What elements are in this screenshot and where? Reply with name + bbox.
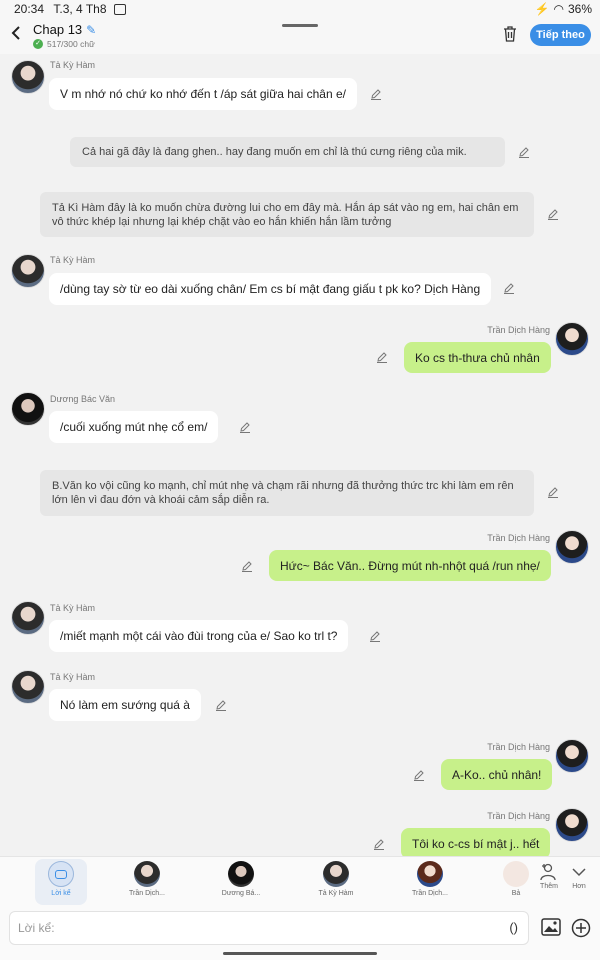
avatar[interactable] bbox=[555, 739, 589, 773]
narration-bubble[interactable]: Cả hai gã đây là đang ghen.. hay đang mu… bbox=[70, 137, 505, 167]
character-avatar bbox=[417, 861, 443, 887]
image-icon[interactable] bbox=[541, 918, 561, 936]
pencil-icon[interactable] bbox=[241, 560, 253, 572]
message-bubble[interactable]: /cuối xuống mút nhẹ cổ em/ bbox=[49, 411, 219, 443]
pencil-icon[interactable] bbox=[369, 630, 381, 642]
character-label: Tả Kỳ Hàm bbox=[318, 890, 354, 897]
avatar[interactable] bbox=[555, 530, 589, 564]
character-label: Bả bbox=[511, 890, 521, 897]
avatar[interactable] bbox=[11, 670, 45, 704]
narration-bubble[interactable]: B.Văn ko vội cũng ko mạnh, chỉ mút nhẹ v… bbox=[40, 470, 534, 516]
pencil-icon[interactable] bbox=[518, 146, 530, 158]
pencil-icon[interactable] bbox=[503, 282, 515, 294]
sender-name: Trần Dịch Hàng bbox=[487, 742, 550, 752]
status-right: ⚡ ◠ 36% bbox=[535, 2, 592, 16]
character-narrator[interactable]: Lời kể bbox=[35, 859, 87, 905]
message-bubble[interactable]: /dùng tay sờ từ eo dài xuống chân/ Em cs… bbox=[49, 273, 492, 305]
sender-name: Trần Dịch Hàng bbox=[487, 325, 550, 335]
check-icon: ✓ bbox=[33, 39, 43, 49]
pencil-icon[interactable] bbox=[413, 769, 425, 781]
drag-handle[interactable] bbox=[282, 24, 318, 27]
character-avatar bbox=[134, 861, 160, 887]
wifi-icon: ◠ bbox=[553, 2, 564, 16]
message-bubble[interactable]: Nó làm em sướng quá à bbox=[49, 689, 201, 721]
status-bar: 20:34 T.3, 4 Th8 ⚡ ◠ 36% bbox=[0, 0, 600, 18]
pencil-icon[interactable] bbox=[370, 88, 382, 100]
message-input[interactable] bbox=[18, 912, 488, 944]
pencil-icon[interactable] bbox=[215, 699, 227, 711]
sender-name: Tả Kỳ Hàm bbox=[50, 255, 96, 265]
word-count-text: 517/300 chữ bbox=[47, 39, 95, 49]
status-left: 20:34 T.3, 4 Th8 bbox=[14, 2, 126, 16]
edit-title-pencil-icon[interactable]: ✎ bbox=[86, 23, 96, 37]
message-bubble[interactable]: Ko cs th-thưa chủ nhân bbox=[404, 342, 551, 373]
pencil-icon[interactable] bbox=[239, 421, 251, 433]
signal-icon: ⚡ bbox=[534, 2, 550, 16]
message-input-box[interactable]: () bbox=[9, 911, 529, 945]
add-person-icon bbox=[540, 863, 556, 881]
pencil-icon[interactable] bbox=[547, 486, 559, 498]
chevron-down-icon bbox=[572, 868, 586, 877]
message-bubble[interactable]: V m nhớ nó chứ ko nhớ đến t /áp sát giữa… bbox=[49, 78, 357, 110]
avatar[interactable] bbox=[11, 254, 45, 288]
gallery-icon bbox=[113, 4, 126, 16]
add-character-button[interactable]: Thêm bbox=[537, 863, 561, 890]
character-label: Dương Bá... bbox=[221, 890, 261, 897]
more-button[interactable]: Hơn bbox=[567, 863, 591, 890]
chevron-left-icon[interactable] bbox=[10, 25, 22, 46]
avatar[interactable] bbox=[555, 808, 589, 842]
character-item[interactable]: Tả Kỳ Hàm bbox=[310, 859, 362, 905]
status-time: 20:34 bbox=[14, 2, 45, 16]
battery-level: 36% bbox=[567, 2, 592, 16]
character-avatar bbox=[228, 861, 254, 887]
avatar[interactable] bbox=[555, 322, 589, 356]
character-avatar bbox=[323, 861, 349, 887]
add-label: Thêm bbox=[540, 883, 558, 890]
message-bubble[interactable]: Tôi ko c-cs bí mật j.. hết bbox=[401, 828, 551, 856]
chat-area[interactable]: Tả Kỳ Hàm V m nhớ nó chứ ko nhớ đến t /á… bbox=[0, 54, 600, 856]
sender-name: Dương Bác Văn bbox=[50, 394, 115, 404]
character-selector: Lời kể Trần Dịch... Dương Bá... Tả Kỳ Hà… bbox=[0, 856, 600, 908]
chat-bubble-icon bbox=[48, 861, 74, 887]
character-label: Trần Dịch... bbox=[129, 890, 165, 897]
status-date: T.3, 4 Th8 bbox=[53, 2, 107, 16]
character-item[interactable]: Trần Dịch... bbox=[404, 859, 456, 905]
sender-name: Trần Dịch Hàng bbox=[487, 811, 550, 821]
message-bubble[interactable]: A-Ko.. chủ nhân! bbox=[441, 759, 553, 790]
page-title[interactable]: Chap 13 ✎ bbox=[33, 22, 96, 37]
chapter-header: Chap 13 ✎ ✓ 517/300 chữ Tiếp theo bbox=[0, 18, 600, 54]
sender-name: Tả Kỳ Hàm bbox=[50, 60, 96, 70]
avatar[interactable] bbox=[11, 601, 45, 635]
character-label: Trần Dịch... bbox=[412, 890, 448, 897]
character-item[interactable]: Dương Bá... bbox=[215, 859, 267, 905]
avatar[interactable] bbox=[11, 392, 45, 426]
message-bubble[interactable]: Hức~ Bác Văn.. Đừng mút nh-nhột quá /run… bbox=[269, 550, 551, 581]
sender-name: Trần Dịch Hàng bbox=[487, 533, 550, 543]
word-count: ✓ 517/300 chữ bbox=[33, 39, 95, 49]
more-label: Hơn bbox=[572, 883, 586, 890]
trash-icon[interactable] bbox=[503, 26, 517, 42]
character-item[interactable]: Bả bbox=[496, 859, 536, 905]
pencil-icon[interactable] bbox=[547, 208, 559, 220]
parenthesis-button[interactable]: () bbox=[509, 920, 518, 935]
chapter-title: Chap 13 bbox=[33, 22, 83, 37]
narration-bubble[interactable]: Tả Kì Hàm đây là ko muốn chừa đường lui … bbox=[40, 192, 534, 237]
pencil-icon[interactable] bbox=[373, 838, 385, 850]
sender-name: Tả Kỳ Hàm bbox=[50, 603, 96, 613]
avatar[interactable] bbox=[11, 60, 45, 94]
message-bubble[interactable]: /miết mạnh một cái vào đùi trong của e/ … bbox=[49, 620, 349, 652]
character-avatar bbox=[503, 861, 529, 887]
plus-circle-icon[interactable] bbox=[571, 918, 591, 938]
next-button[interactable]: Tiếp theo bbox=[530, 24, 591, 46]
character-item[interactable]: Trần Dịch... bbox=[121, 859, 173, 905]
pencil-icon[interactable] bbox=[376, 351, 388, 363]
character-label: Lời kể bbox=[51, 890, 71, 897]
home-indicator[interactable] bbox=[223, 952, 377, 955]
sender-name: Tả Kỳ Hàm bbox=[50, 672, 96, 682]
